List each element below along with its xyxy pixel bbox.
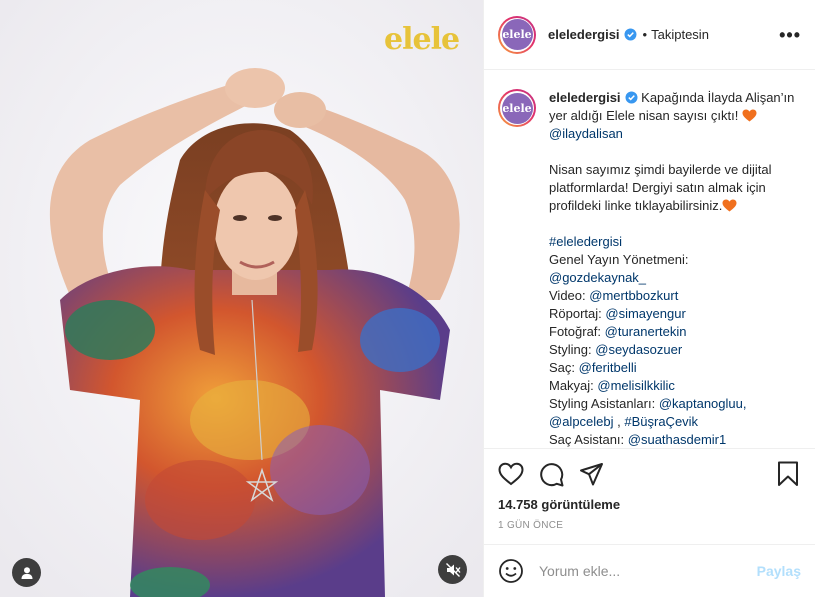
- mention-link[interactable]: @seydasozuer: [595, 342, 682, 357]
- comment-button[interactable]: [538, 461, 564, 487]
- more-options-icon[interactable]: •••: [779, 26, 801, 44]
- tagged-users-button[interactable]: [12, 558, 41, 587]
- follow-status-button[interactable]: Takiptesin: [651, 27, 709, 42]
- mention-link[interactable]: @ilaydalisan: [549, 126, 623, 141]
- credit-label: Fotoğraf:: [549, 324, 605, 339]
- smiley-icon[interactable]: [498, 558, 524, 584]
- header-username[interactable]: eleledergisi: [548, 27, 620, 42]
- mention-link[interactable]: @kaptanogluu,: [659, 396, 747, 411]
- mention-link[interactable]: @simayengur: [605, 306, 685, 321]
- verified-badge-icon: [624, 28, 637, 41]
- like-button[interactable]: [498, 461, 524, 487]
- credit-label: Video:: [549, 288, 590, 303]
- view-count[interactable]: 14.758 görüntüleme: [498, 497, 801, 512]
- user-tag-icon: [21, 566, 32, 579]
- hashtag-link[interactable]: #BüşraÇevik: [624, 414, 698, 429]
- orange-heart-emoji: [722, 199, 737, 212]
- heart-outline-icon: [498, 462, 524, 486]
- mention-link[interactable]: @gozdekaynak_: [549, 270, 646, 285]
- caption-credits: #eleledergisi Genel Yayın Yönetmeni: @go…: [549, 234, 747, 447]
- avatar-image: elele: [501, 19, 533, 50]
- post-timestamp[interactable]: 1 GÜN ÖNCE: [498, 520, 801, 531]
- comment-input[interactable]: Yorum ekle...: [539, 563, 757, 579]
- mention-link[interactable]: @melisilkkilic: [597, 378, 674, 393]
- credit-label: Styling:: [549, 342, 596, 357]
- avatar-image: elele: [501, 92, 533, 124]
- mention-link[interactable]: @alpcelebj: [549, 414, 614, 429]
- credit-label: Saç:: [549, 360, 579, 375]
- video-frame-image: [0, 0, 483, 597]
- post-comment-button[interactable]: Paylaş: [757, 563, 801, 579]
- orange-heart-emoji: [742, 109, 757, 122]
- credit-label: Röportaj:: [549, 306, 606, 321]
- post-video[interactable]: elele: [0, 0, 483, 597]
- comment-form: Yorum ekle... Paylaş: [484, 544, 815, 597]
- caption-username[interactable]: eleledergisi: [549, 90, 621, 105]
- credit-label: Styling Asistanları:: [549, 396, 659, 411]
- bookmark-icon: [778, 461, 798, 486]
- mention-link[interactable]: @mertbbozkurt: [589, 288, 678, 303]
- credit-label: Genel Yayın Yönetmeni:: [549, 252, 689, 267]
- post-header: elele eleledergisi • Takiptesin •••: [484, 0, 815, 70]
- share-button[interactable]: [578, 461, 604, 487]
- media-logo: elele: [384, 22, 460, 57]
- paper-plane-icon: [579, 462, 603, 485]
- caption-text: eleledergisi Kapağında İlayda Alişan’ın …: [549, 89, 799, 448]
- mention-link[interactable]: @turanertekin: [605, 324, 687, 339]
- credit-label: Saç Asistanı:: [549, 432, 628, 447]
- mute-toggle-button[interactable]: [438, 555, 467, 584]
- caption-scroll-area[interactable]: elele eleledergisi Kapağında İlayda Aliş…: [484, 71, 815, 448]
- verified-badge-icon: [625, 91, 638, 104]
- header-avatar[interactable]: elele: [498, 15, 536, 54]
- save-button[interactable]: [775, 461, 801, 487]
- mention-link[interactable]: @suathasdemir1: [628, 432, 726, 447]
- hashtag-link[interactable]: #eleledergisi: [549, 234, 622, 249]
- caption-paragraph: Nisan sayımız şimdi bayilerde ve dijital…: [549, 162, 772, 213]
- mention-link[interactable]: @feritbelli: [579, 360, 637, 375]
- caption-comment: elele eleledergisi Kapağında İlayda Aliş…: [498, 89, 799, 448]
- speaker-muted-icon: [445, 562, 461, 577]
- header-dot-separator: •: [642, 27, 648, 42]
- post-actions: 14.758 görüntüleme 1 GÜN ÖNCE: [484, 448, 815, 544]
- credit-label: Makyaj:: [549, 378, 598, 393]
- post-modal: elele elele eleledergisi • Takiptesin ••…: [0, 0, 815, 597]
- caption-avatar[interactable]: elele: [498, 89, 536, 127]
- speech-bubble-icon: [539, 462, 563, 486]
- post-side-panel: elele eleledergisi • Takiptesin ••• elel…: [483, 0, 815, 597]
